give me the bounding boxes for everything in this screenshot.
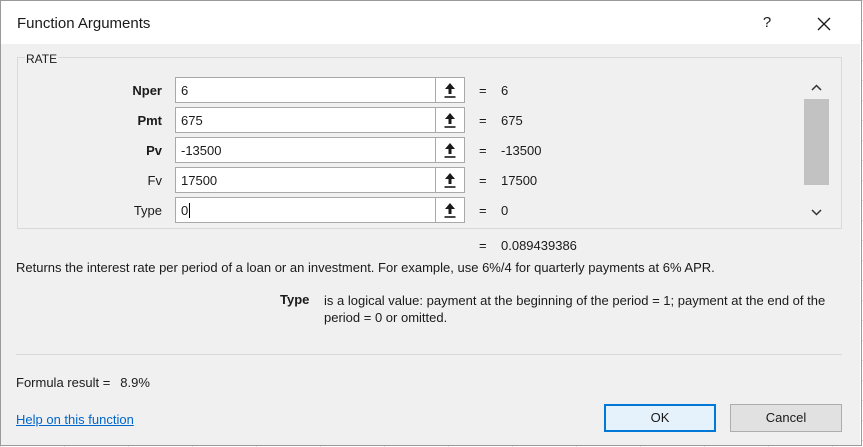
equals-sign: = [479, 113, 487, 128]
arg-input-type[interactable]: 0 [175, 197, 465, 223]
function-description: Returns the interest rate per period of … [16, 260, 715, 275]
scroll-down-icon[interactable] [804, 202, 829, 222]
scroll-up-icon[interactable] [804, 78, 829, 98]
collapse-arrow-icon [444, 203, 456, 218]
collapse-dialog-button-pmt[interactable] [435, 108, 464, 132]
arg-result-pv: -13500 [501, 143, 542, 158]
function-result-value: 0.089439386 [501, 238, 577, 253]
dialog-title: Function Arguments [17, 15, 151, 32]
equals-sign: = [479, 173, 487, 188]
title-bar: Function Arguments ? [1, 1, 861, 45]
arg-label-pv: Pv [146, 143, 162, 158]
arg-label-nper: Nper [132, 83, 162, 98]
arg-result-nper: 6 [501, 83, 509, 98]
text-cursor [189, 203, 190, 218]
arg-label-type: Type [133, 203, 162, 218]
arg-value-fv: 17500 [181, 173, 218, 188]
collapse-dialog-button-nper[interactable] [435, 78, 464, 102]
arg-input-pv[interactable]: -13500 [175, 137, 465, 163]
equals-sign: = [479, 143, 487, 158]
function-name-label: RATE [25, 52, 59, 66]
collapse-arrow-icon [444, 143, 456, 158]
collapse-dialog-button-type[interactable] [435, 198, 464, 222]
arg-value-pv: -13500 [181, 143, 222, 158]
cancel-button[interactable]: Cancel [730, 404, 842, 432]
arg-label-fv: Fv [147, 173, 162, 188]
arg-value-nper: 6 [181, 83, 189, 98]
close-icon[interactable] [809, 9, 839, 39]
help-button[interactable]: ? [757, 11, 777, 35]
collapse-arrow-icon [444, 173, 456, 188]
arg-value-type: 0 [181, 203, 189, 218]
arg-result-type: 0 [501, 203, 509, 218]
formula-result-label: Formula result = [16, 375, 111, 390]
arg-label-pmt: Pmt [137, 113, 162, 128]
arg-input-pmt[interactable]: 675 [175, 107, 465, 133]
arg-value-pmt: 675 [181, 113, 203, 128]
separator-line [16, 354, 842, 355]
arg-result-pmt: 675 [501, 113, 523, 128]
equals-sign: = [479, 83, 487, 98]
collapse-dialog-button-pv[interactable] [435, 138, 464, 162]
ok-button[interactable]: OK [604, 404, 716, 432]
collapse-dialog-button-fv[interactable] [435, 168, 464, 192]
scrollbar-thumb[interactable] [804, 99, 829, 185]
equals-sign: = [479, 238, 487, 253]
collapse-arrow-icon [444, 113, 456, 128]
help-on-function-link[interactable]: Help on this function [16, 412, 134, 427]
arg-input-nper[interactable]: 6 [175, 77, 465, 103]
arg-input-fv[interactable]: 17500 [175, 167, 465, 193]
formula-result-value: 8.9% [120, 375, 150, 390]
collapse-arrow-icon [444, 83, 456, 98]
arg-result-fv: 17500 [501, 173, 538, 188]
formula-result: Formula result = 8.9% [16, 375, 150, 390]
argument-help-name: Type [280, 292, 310, 307]
argument-help-text: is a logical value: payment at the begin… [324, 293, 826, 325]
equals-sign: = [479, 203, 487, 218]
